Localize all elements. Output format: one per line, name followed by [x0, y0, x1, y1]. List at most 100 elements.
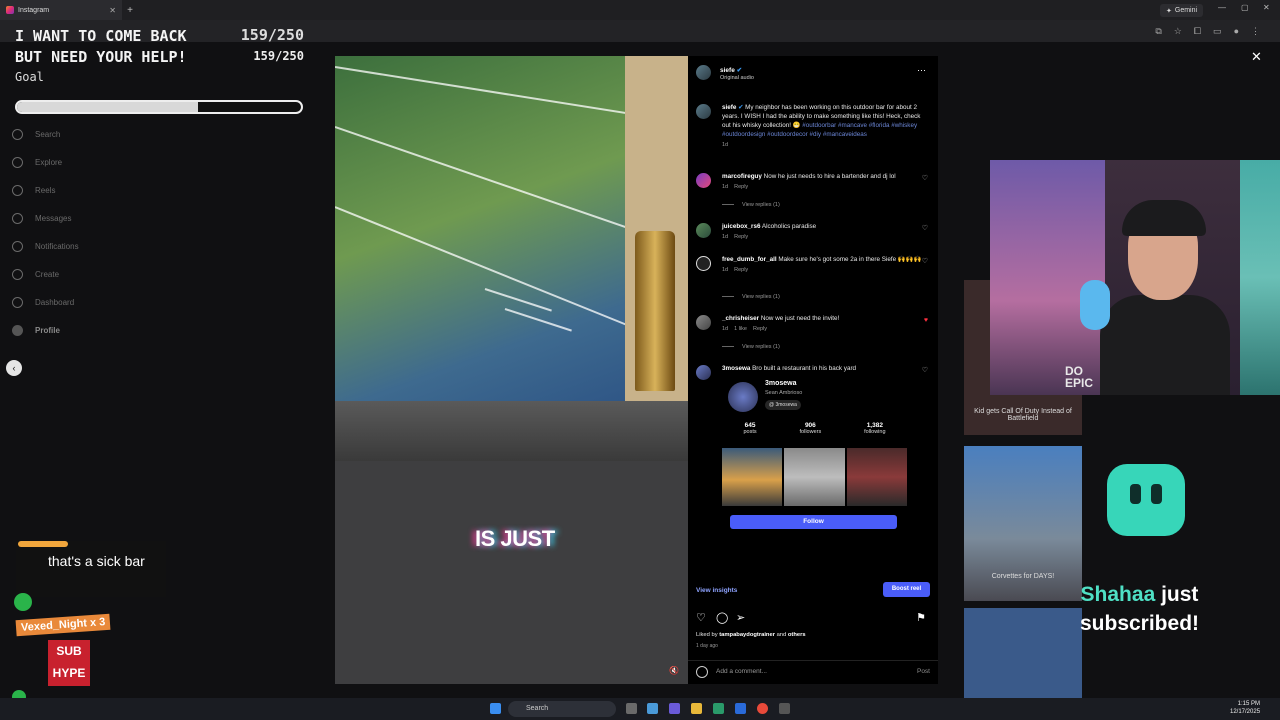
task-view-icon[interactable] [626, 703, 637, 714]
follow-button[interactable]: Follow [730, 515, 897, 529]
nav-label: Notifications [35, 241, 79, 251]
teams-icon[interactable] [669, 703, 680, 714]
nav-notifications[interactable]: Notifications [0, 232, 200, 260]
comment-like-heart-icon[interactable]: ♡ [922, 224, 928, 233]
commenter-username[interactable]: free_dumb_for_all [722, 256, 777, 263]
shirt-text: DO EPIC [1065, 364, 1094, 390]
commenter-username[interactable]: juicebox_rs6 [722, 223, 761, 230]
author-avatar[interactable] [696, 65, 711, 80]
commenter-avatar[interactable] [696, 223, 711, 238]
comment-icon[interactable]: ◯ [716, 611, 728, 624]
reply-button[interactable]: Reply [734, 184, 748, 190]
copilot-icon[interactable] [647, 703, 658, 714]
comment-like-heart-icon[interactable]: ♡ [922, 174, 928, 183]
minimize-icon[interactable]: — [1218, 3, 1226, 12]
nav-explore[interactable]: Explore [0, 148, 200, 176]
profile-card-username[interactable]: 3mosewa [765, 380, 797, 387]
threads-badge[interactable]: @ 3mosewa [765, 400, 801, 410]
profile-post-thumbnail[interactable] [784, 448, 845, 506]
comment-like-heart-icon[interactable]: ♡ [922, 257, 928, 266]
instagram-sidebar: Search Explore Reels Messages Notificati… [0, 120, 200, 344]
close-tab-icon[interactable]: ✕ [109, 6, 116, 15]
streamer [1100, 200, 1230, 395]
system-clock[interactable]: 1:15 PM 12/17/2025 [1230, 700, 1260, 716]
terminal-icon[interactable] [779, 703, 790, 714]
profile-post-thumbnail[interactable] [722, 448, 783, 506]
maximize-icon[interactable]: ▢ [1241, 3, 1249, 12]
sidebar-icon[interactable]: ▭ [1213, 26, 1222, 37]
windows-start-icon[interactable] [490, 703, 501, 714]
outlook-icon[interactable] [735, 703, 746, 714]
liked-by-user[interactable]: tampabaydogtrainer [719, 632, 775, 638]
nav-create[interactable]: Create [0, 260, 200, 288]
profile-avatar-icon[interactable]: ● [1234, 26, 1239, 37]
commenter-username[interactable]: _chrisheiser [722, 315, 759, 322]
close-modal-icon[interactable]: ✕ [1251, 49, 1262, 65]
share-icon[interactable]: ➢ [736, 611, 745, 624]
nav-dashboard[interactable]: Dashboard [0, 288, 200, 316]
reply-button[interactable]: Reply [734, 234, 748, 240]
author-username[interactable]: siefe ✔ [720, 66, 742, 74]
profile-card-avatar[interactable] [728, 382, 758, 412]
stat-followers[interactable]: 906 followers [800, 422, 822, 435]
commenter-avatar[interactable] [696, 365, 711, 380]
cast-icon[interactable]: ⧉ [1155, 26, 1161, 37]
comment-input[interactable]: Add a comment... [716, 668, 767, 675]
profile-card-thumbnails [722, 448, 907, 506]
browser-tab-bar: Instagram ✕ + [0, 0, 1280, 20]
nav-profile[interactable]: Profile [0, 316, 200, 344]
reply-button[interactable]: Reply [734, 267, 748, 273]
nav-search[interactable]: Search [0, 120, 200, 148]
star-icon[interactable]: ☆ [1174, 26, 1182, 37]
like-heart-icon[interactable]: ♡ [696, 611, 706, 624]
comment-liked-heart-icon[interactable]: ♥ [924, 316, 928, 325]
post-comment-button[interactable]: Post [917, 668, 930, 675]
commenter-avatar[interactable] [696, 256, 711, 271]
browser-tab-instagram[interactable]: Instagram ✕ [0, 0, 122, 20]
stat-following[interactable]: 1,382 following [864, 422, 885, 435]
commenter-avatar[interactable] [696, 315, 711, 330]
reel-video[interactable]: IS JUST 🔇 [335, 56, 688, 684]
audio-label[interactable]: Original audio [720, 75, 754, 81]
sparkle-icon: ✦ [1166, 7, 1172, 15]
liked-by-others[interactable]: others [788, 632, 806, 638]
commenter-avatar[interactable] [696, 173, 711, 188]
view-replies-button[interactable]: View replies (1) [722, 202, 780, 208]
close-window-icon[interactable]: ✕ [1263, 3, 1270, 12]
stream-goal-widget: I WANT TO COME BACK BUT NEED YOUR HELP! … [10, 24, 312, 120]
mute-icon[interactable]: 🔇 [669, 666, 679, 675]
nav-label: Messages [35, 213, 72, 223]
file-explorer-icon[interactable] [691, 703, 702, 714]
comment-like-heart-icon[interactable]: ♡ [922, 366, 928, 375]
view-replies-button[interactable]: View replies (1) [722, 344, 780, 350]
taskbar-search[interactable]: Search [508, 701, 616, 717]
more-options-icon[interactable]: ⋯ [917, 65, 926, 76]
reply-button[interactable]: Reply [753, 326, 767, 332]
profile-post-thumbnail[interactable] [846, 448, 907, 506]
gemini-button[interactable]: ✦ Gemini [1160, 4, 1204, 17]
commenter-username[interactable]: 3mosewa [722, 365, 750, 372]
collectibles-shelf [990, 160, 1105, 395]
nav-messages[interactable]: Messages [0, 204, 200, 232]
author-avatar[interactable] [696, 104, 711, 119]
chrome-icon[interactable] [757, 703, 768, 714]
reels-icon [12, 184, 23, 196]
floor [335, 461, 688, 684]
nav-reels[interactable]: Reels [0, 176, 200, 204]
emoji-icon[interactable] [696, 666, 708, 678]
extensions-icon[interactable]: ⧠ [1194, 26, 1201, 37]
view-replies-button[interactable]: View replies (1) [722, 294, 780, 300]
new-tab-button[interactable]: + [122, 5, 138, 16]
view-insights-link[interactable]: View insights [696, 587, 737, 594]
save-bookmark-icon[interactable]: ⚑ [916, 611, 926, 624]
nav-label: Reels [35, 185, 56, 195]
previous-post-button[interactable]: ‹ [6, 360, 22, 376]
commenter-username[interactable]: marcofireguy [722, 173, 762, 180]
post-detail-panel: siefe ✔ Original audio ⋯ siefe ✔ My neig… [688, 56, 938, 684]
boost-reel-button[interactable]: Boost reel [883, 582, 930, 597]
excel-icon[interactable] [713, 703, 724, 714]
comment-likes[interactable]: 1 like [734, 326, 747, 332]
menu-icon[interactable]: ⋮ [1251, 26, 1260, 37]
caption-username[interactable]: siefe [722, 104, 736, 111]
comment-text: Alcoholics paradise [761, 223, 817, 230]
